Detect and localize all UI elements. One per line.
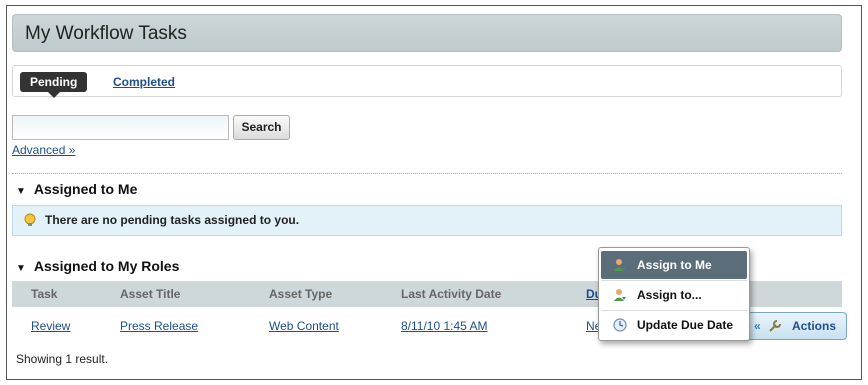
tab-completed[interactable]: Completed [113,75,175,89]
column-header-asset-title[interactable]: Asset Title [120,287,180,301]
column-header-task[interactable]: Task [31,287,57,301]
last-activity-link[interactable]: 8/11/10 1:45 AM [401,319,488,333]
search-button[interactable]: Search [233,115,290,140]
menu-item-label: Assign to... [637,288,702,302]
section-assigned-to-me[interactable]: ▼ Assigned to Me [16,181,137,197]
info-message-text: There are no pending tasks assigned to y… [45,213,300,227]
menu-item-label: Assign to Me [637,258,712,272]
result-count: Showing 1 result. [16,352,109,366]
task-link[interactable]: Review [31,319,70,333]
menu-item-assign-to-me[interactable]: Assign to Me [601,251,747,279]
tab-pending[interactable]: Pending [20,72,88,98]
asset-type-link[interactable]: Web Content [269,319,339,333]
chevron-left-icon: « [754,319,761,333]
section-title: Assigned to Me [33,181,138,197]
user-assign-icon [614,289,626,301]
actions-menu: Assign to Me Assign to... Update Due Dat… [598,247,750,341]
asset-title-link[interactable]: Press Release [120,319,198,333]
menu-item-label: Update Due Date [637,318,734,332]
section-assigned-to-roles[interactable]: ▼ Assigned to My Roles [16,258,179,274]
menu-item-update-due-date[interactable]: Update Due Date [601,311,747,339]
lightbulb-icon [24,213,36,226]
collapse-triangle-icon: ▼ [16,263,26,274]
portlet-title: My Workflow Tasks [12,14,842,52]
actions-button[interactable]: « Actions [747,312,847,340]
tabs-bar: Pending Completed [12,65,842,98]
advanced-search-link[interactable]: Advanced » [12,143,75,157]
divider [12,173,842,174]
user-assign-icon [614,259,626,271]
column-header-asset-type[interactable]: Asset Type [269,287,332,301]
wrench-icon [769,320,781,332]
menu-item-assign-to[interactable]: Assign to... [601,281,747,309]
actions-label: Actions [791,319,836,333]
section-title: Assigned to My Roles [33,258,180,274]
info-message: There are no pending tasks assigned to y… [12,205,842,236]
clock-icon [613,318,627,332]
column-header-last-activity[interactable]: Last Activity Date [401,287,501,301]
search-input[interactable] [12,115,229,140]
collapse-triangle-icon: ▼ [16,186,26,197]
